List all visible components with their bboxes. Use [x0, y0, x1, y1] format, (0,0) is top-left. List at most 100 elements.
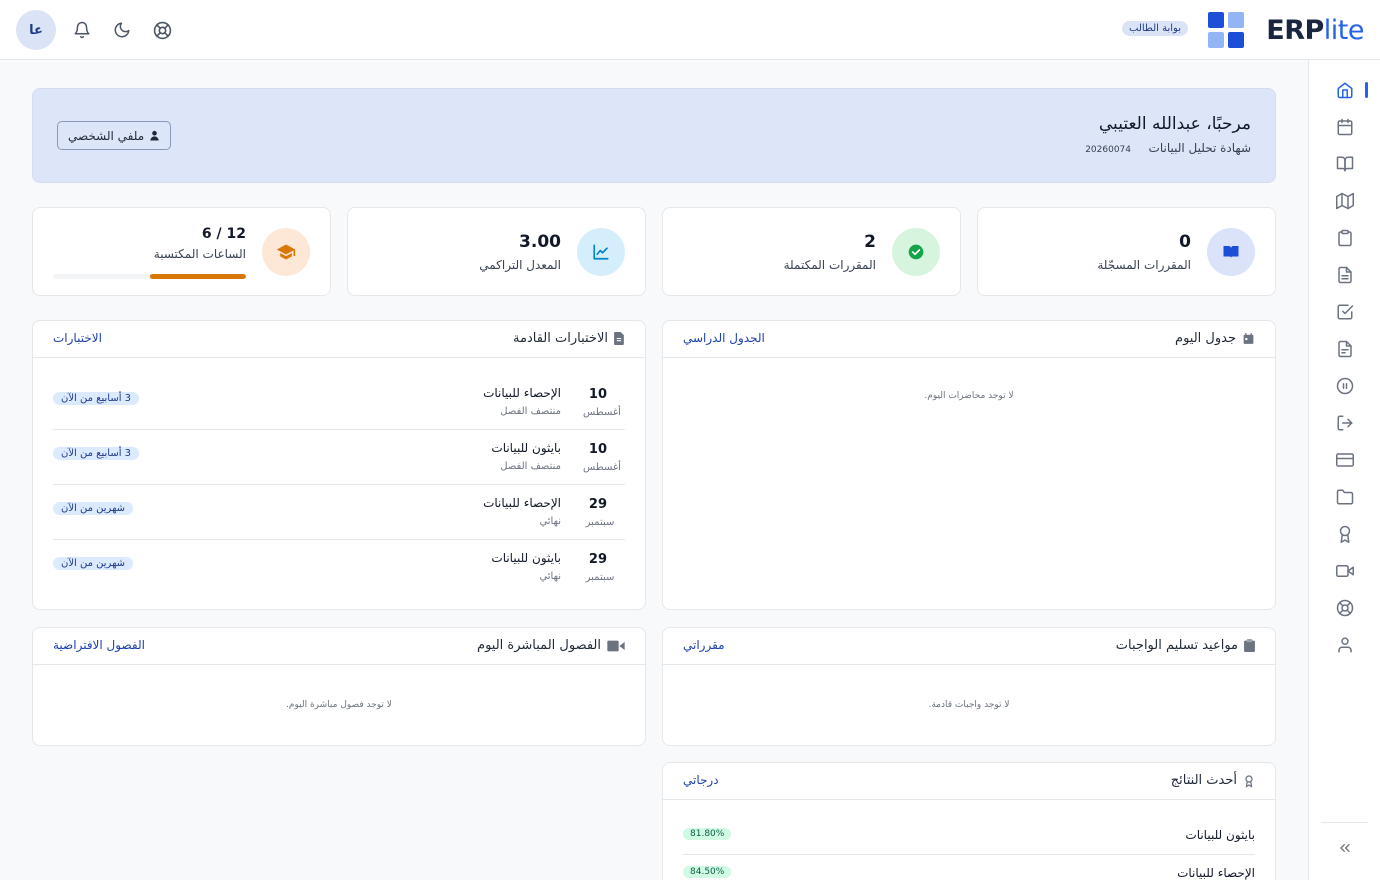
- exam-row[interactable]: 29 سبتمبر الإحصاء للبيانات نهائي شهرين م…: [53, 485, 625, 540]
- exam-course: الإحصاء للبيانات: [483, 496, 561, 510]
- award-outline-icon: [1245, 774, 1253, 788]
- map-icon[interactable]: [1335, 191, 1355, 211]
- user-icon[interactable]: [1335, 635, 1355, 655]
- empty-message: لا توجد واجبات قادمة.: [928, 700, 1010, 710]
- user-solid-icon: [150, 130, 159, 141]
- exam-relative-badge: 3 أسابيع من الآن: [53, 447, 140, 460]
- stat-card-gpa: 3.00 المعدل التراكمي: [347, 207, 646, 296]
- exam-month: سبتمبر: [585, 572, 615, 583]
- clipboard-solid-icon: [1244, 639, 1255, 652]
- portal-badge: بوابة الطالب: [1122, 21, 1188, 36]
- result-course: بايثون للبيانات: [1185, 828, 1255, 842]
- exam-course: بايثون للبيانات: [491, 441, 561, 455]
- exam-day: 10: [588, 387, 607, 402]
- exam-day: 29: [588, 497, 607, 512]
- result-row[interactable]: الإحصاء للبيانات 84.50%: [683, 856, 1255, 880]
- sidebar-active-indicator: [1365, 82, 1368, 98]
- panel-title: مواعيد تسليم الواجبات: [1116, 638, 1255, 653]
- empty-message: لا توجد محاضرات اليوم.: [924, 391, 1014, 401]
- stat-label: الساعات المكتسبة: [153, 247, 246, 261]
- exam-row[interactable]: 10 أغسطس بايثون للبيانات منتصف الفصل 3 أ…: [53, 430, 625, 485]
- my-profile-button[interactable]: ملفي الشخصي: [57, 121, 172, 150]
- today-schedule-panel: جدول اليوم الجدول الدراسي لا توجد محاضرا…: [662, 320, 1276, 610]
- exam-relative-badge: شهرين من الآن: [53, 557, 134, 570]
- video-solid-icon: [607, 640, 625, 651]
- exam-course: الإحصاء للبيانات: [483, 386, 561, 400]
- stat-label: المقررات المسجّلة: [1097, 258, 1191, 272]
- file-solid-icon: [614, 332, 624, 345]
- pause-circle-icon[interactable]: [1335, 376, 1355, 396]
- folder-icon[interactable]: [1335, 487, 1355, 507]
- greeting-title: مرحبًا، عبدالله العتيبي: [1098, 114, 1251, 134]
- result-row[interactable]: بايثون للبيانات 81.80%: [683, 818, 1255, 855]
- file-text-icon[interactable]: [1335, 265, 1355, 285]
- assignments-panel: مواعيد تسليم الواجبات مقرراتي لا توجد وا…: [662, 627, 1276, 746]
- logo-grid-icon: [1208, 12, 1245, 48]
- top-bar: عا بوابة الطالب ERPlite: [0, 0, 1380, 60]
- lifebuoy-icon[interactable]: [1335, 598, 1355, 618]
- credit-card-icon[interactable]: [1335, 450, 1355, 470]
- video-icon[interactable]: [1335, 561, 1355, 581]
- student-id: 20260074: [1085, 145, 1131, 155]
- exam-month: أغسطس: [583, 407, 621, 418]
- hours-progress-bar: [53, 274, 246, 279]
- stat-value: 6 / 12: [201, 226, 246, 242]
- chevrons-left-icon[interactable]: [1335, 838, 1355, 858]
- program-name: شهادة تحليل البيانات: [1148, 141, 1251, 155]
- panel-title: الاختبارات القادمة: [513, 331, 625, 346]
- live-classes-panel: الفصول المباشرة اليوم الفصول الافتراضية …: [32, 627, 646, 746]
- panel-header: الاختبارات القادمة الاختبارات: [33, 321, 645, 358]
- award-icon[interactable]: [1335, 524, 1355, 544]
- panel-header: جدول اليوم الجدول الدراسي: [663, 321, 1275, 358]
- logout-icon[interactable]: [1335, 413, 1355, 433]
- exam-relative-badge: 3 أسابيع من الآن: [53, 392, 140, 405]
- exams-link[interactable]: الاختبارات: [53, 331, 102, 345]
- panel-title: أحدث النتائج: [1171, 773, 1255, 788]
- result-score-badge: 84.50%: [683, 866, 732, 878]
- book-icon: [1207, 228, 1255, 276]
- exam-type: نهائي: [539, 571, 561, 582]
- help-lifebuoy-icon[interactable]: [150, 18, 174, 42]
- hours-progress-fill: [149, 274, 246, 279]
- chart-line-icon: [577, 228, 625, 276]
- exam-course: بايثون للبيانات: [491, 551, 561, 565]
- exam-month: سبتمبر: [585, 517, 615, 528]
- schedule-link[interactable]: الجدول الدراسي: [683, 331, 765, 345]
- exam-row[interactable]: 10 أغسطس الإحصاء للبيانات منتصف الفصل 3 …: [53, 375, 625, 430]
- check-circle-icon: [892, 228, 940, 276]
- clipboard-icon[interactable]: [1335, 228, 1355, 248]
- exam-day: 10: [588, 442, 607, 457]
- user-avatar[interactable]: عا: [16, 10, 56, 50]
- check-square-icon[interactable]: [1335, 302, 1355, 322]
- my-grades-link[interactable]: درجاتي: [683, 773, 719, 787]
- panel-header: مواعيد تسليم الواجبات مقرراتي: [663, 628, 1275, 665]
- empty-message: لا توجد فصول مباشرة اليوم.: [286, 700, 392, 710]
- book-open-icon[interactable]: [1335, 154, 1355, 174]
- exam-relative-badge: شهرين من الآن: [53, 502, 134, 515]
- result-course: الإحصاء للبيانات: [1177, 866, 1255, 880]
- exam-day: 29: [588, 552, 607, 567]
- logo-text: ERPlite: [1266, 14, 1364, 46]
- bell-icon[interactable]: [70, 18, 94, 42]
- exam-type: منتصف الفصل: [500, 461, 561, 472]
- upcoming-exams-panel: الاختبارات القادمة الاختبارات 10 أغسطس ا…: [32, 320, 646, 610]
- sidebar-divider: [1321, 822, 1368, 823]
- my-courses-link[interactable]: مقرراتي: [683, 638, 725, 652]
- app-logo[interactable]: ERPlite: [1208, 12, 1365, 48]
- exam-type: نهائي: [539, 516, 561, 527]
- stat-card-registered: 0 المقررات المسجّلة: [977, 207, 1276, 296]
- panel-title: الفصول المباشرة اليوم: [477, 638, 625, 653]
- virtual-classes-link[interactable]: الفصول الافتراضية: [53, 638, 145, 652]
- stat-value: 0: [1179, 232, 1191, 252]
- exam-type: منتصف الفصل: [500, 406, 561, 417]
- document-icon[interactable]: [1335, 339, 1355, 359]
- calendar-icon[interactable]: [1335, 117, 1355, 137]
- moon-icon[interactable]: [110, 18, 134, 42]
- stat-value: 2: [864, 232, 876, 252]
- latest-results-panel: أحدث النتائج درجاتي بايثون للبيانات 81.8…: [662, 762, 1276, 880]
- exam-month: أغسطس: [583, 462, 621, 473]
- home-icon[interactable]: [1335, 80, 1355, 100]
- exam-row[interactable]: 29 سبتمبر بايثون للبيانات نهائي شهرين من…: [53, 540, 625, 595]
- graduation-cap-icon: [262, 228, 310, 276]
- result-score-badge: 81.80%: [683, 828, 732, 840]
